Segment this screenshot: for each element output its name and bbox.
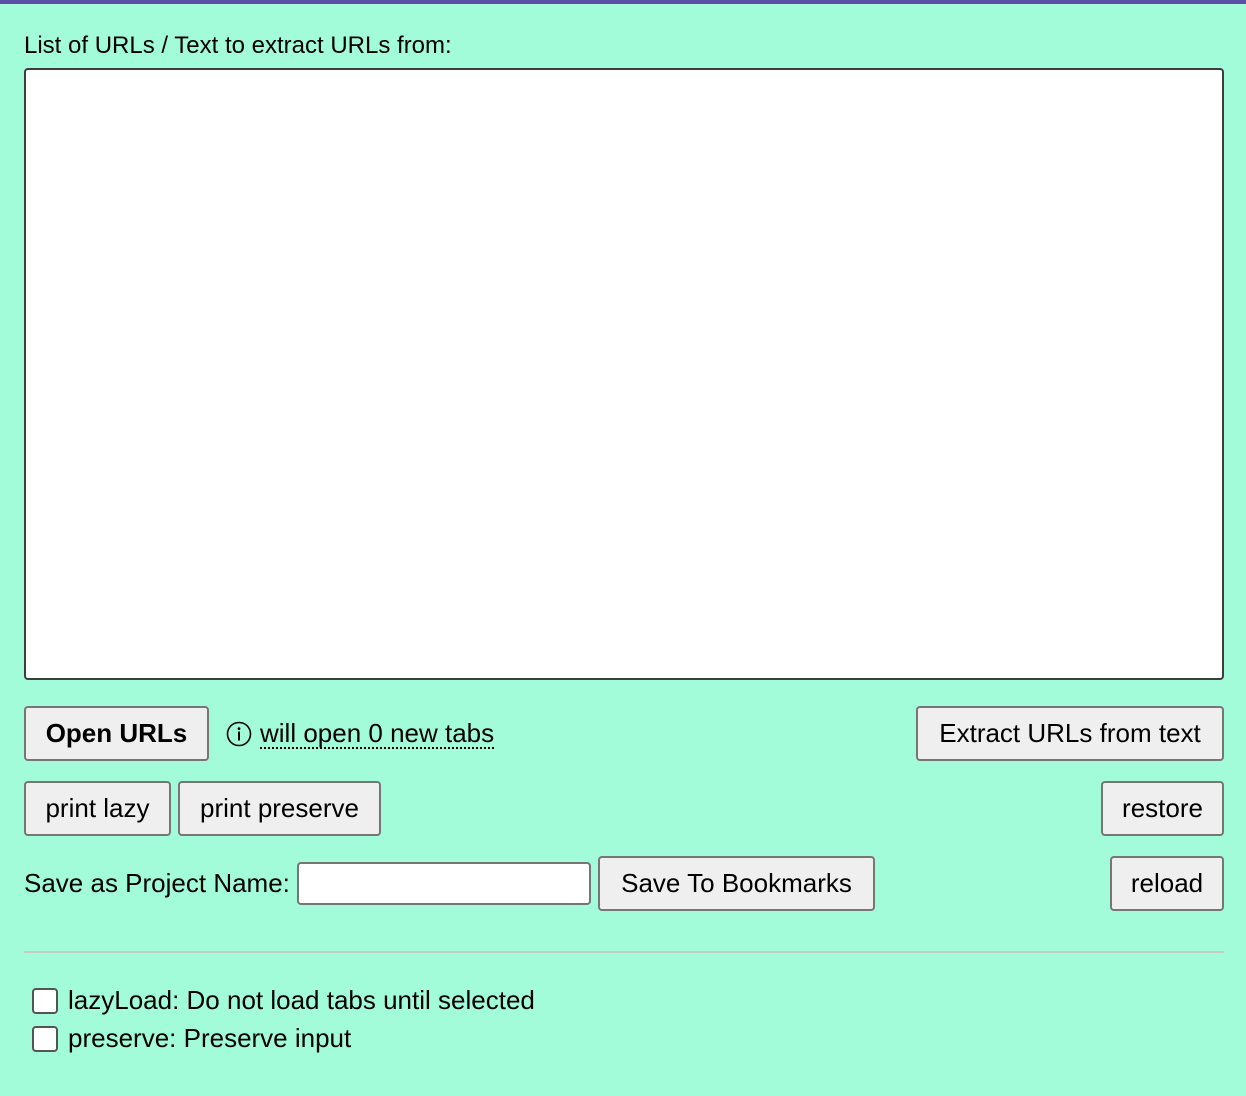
preserve-label: preserve: Preserve input — [68, 1023, 352, 1053]
project-name-label: Save as Project Name: — [24, 868, 290, 898]
url-list-textarea[interactable] — [24, 68, 1224, 680]
info-circle-icon — [226, 721, 252, 747]
project-name-input[interactable] — [297, 862, 591, 905]
tab-count-text: will open 0 new tabs — [260, 718, 495, 749]
window-top-bar — [0, 0, 1246, 4]
url-list-label: List of URLs / Text to extract URLs from… — [24, 32, 452, 59]
tab-count-info: will open 0 new tabs — [226, 717, 495, 751]
print-preserve-button[interactable]: print preserve — [178, 781, 381, 836]
lazy-load-option[interactable]: lazyLoad: Do not load tabs until selecte… — [32, 985, 535, 1016]
print-lazy-button[interactable]: print lazy — [24, 781, 171, 836]
preserve-option[interactable]: preserve: Preserve input — [32, 1023, 351, 1054]
divider — [24, 951, 1224, 953]
lazy-load-label: lazyLoad: Do not load tabs until selecte… — [68, 985, 535, 1015]
restore-button[interactable]: restore — [1101, 781, 1224, 836]
open-urls-button[interactable]: Open URLs — [24, 706, 209, 761]
extract-urls-button[interactable]: Extract URLs from text — [916, 706, 1224, 761]
reload-button[interactable]: reload — [1110, 856, 1224, 911]
save-to-bookmarks-button[interactable]: Save To Bookmarks — [598, 856, 875, 911]
preserve-checkbox[interactable] — [32, 1025, 58, 1052]
lazy-load-checkbox[interactable] — [32, 987, 58, 1014]
